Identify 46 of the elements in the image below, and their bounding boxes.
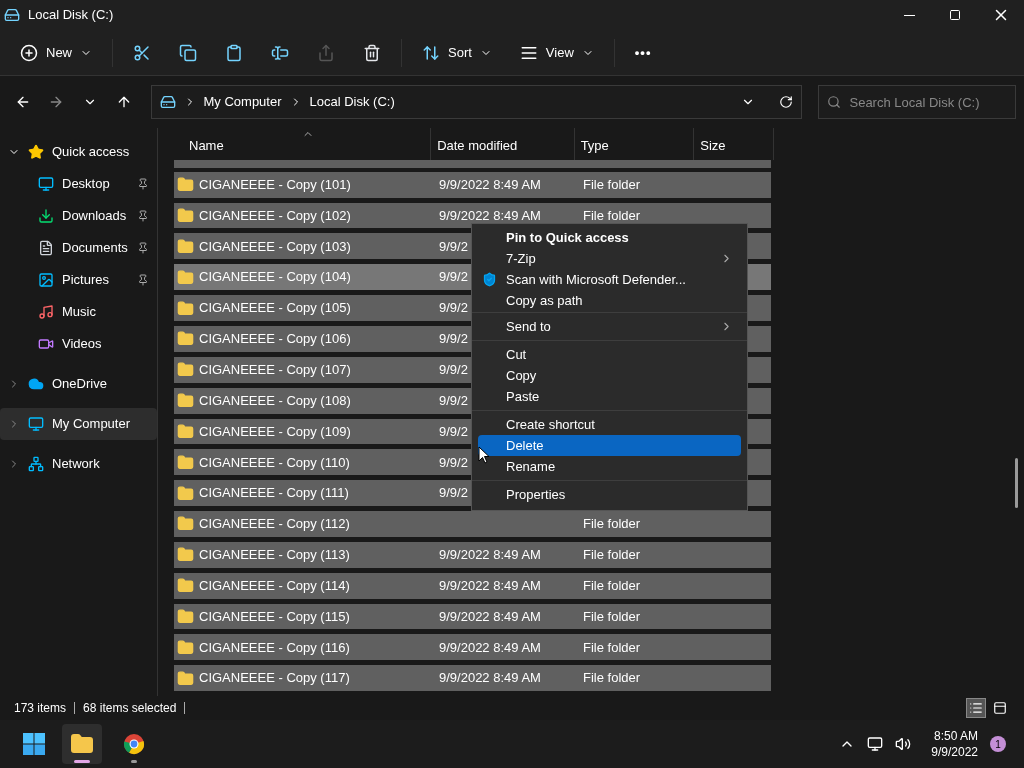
- date-cell: 9/9/2: [439, 423, 468, 439]
- file-name: CIGANEEEE - Copy (112): [199, 516, 350, 532]
- file-name: CIGANEEEE - Copy (111): [199, 485, 349, 501]
- type-cell: File folder: [583, 176, 641, 192]
- selection-count: 68 items selected: [83, 700, 177, 717]
- date-cell: 9/9/2: [439, 392, 468, 408]
- date-cell: 9/9/2022 8:49 AM: [439, 670, 541, 686]
- date-cell: 9/9/2: [439, 238, 468, 254]
- file-name: CIGANEEEE - Copy (107): [199, 362, 351, 377]
- date-cell: 9/9/2022 8:49 AM: [439, 176, 541, 192]
- type-cell: File folder: [583, 207, 641, 223]
- file-name: CIGANEEEE - Copy (109): [199, 423, 351, 439]
- date-cell: 9/9/2: [439, 269, 468, 285]
- file-name: CIGANEEEE - Copy (115): [199, 608, 350, 624]
- clock-time: 8:50 AM: [933, 728, 978, 744]
- type-cell: File folder: [583, 639, 641, 655]
- file-name: CIGANEEEE - Copy (117): [199, 670, 350, 686]
- file-name: CIGANEEEE - Copy (101): [199, 176, 351, 192]
- date-cell: 9/9/2022 8:49 AM: [439, 639, 541, 655]
- file-name: CIGANEEEE - Copy (113): [199, 547, 350, 563]
- date-cell: 9/9/2: [439, 300, 468, 316]
- file-name: CIGANEEEE - Copy (102): [199, 207, 351, 223]
- file-name: CIGANEEEE - Copy (103): [199, 238, 351, 254]
- date-cell: 9/9/2022 8:49 AM: [439, 577, 541, 593]
- type-cell: File folder: [583, 547, 641, 563]
- date-cell: 9/9/2022 8:49 AM: [439, 608, 541, 624]
- file-name: CIGANEEEE - Copy (104): [199, 269, 351, 285]
- date-cell: 9/9/2: [439, 454, 468, 470]
- date-cell: 9/9/2: [439, 485, 468, 501]
- date-cell: 9/9/2: [439, 362, 468, 377]
- type-cell: File folder: [583, 516, 641, 532]
- date-cell: 9/9/2022 8:49 AM: [439, 547, 541, 563]
- file-name: CIGANEEEE - Copy (105): [199, 300, 351, 316]
- date-cell: 9/9/2: [439, 331, 468, 347]
- window-title: Local Disk (C:): [28, 6, 114, 25]
- date-cell: 9/9/2022 8:49 AM: [439, 207, 541, 223]
- type-cell: File folder: [583, 608, 641, 624]
- file-name: CIGANEEEE - Copy (106): [199, 331, 351, 347]
- clock-date: 9/9/2022: [931, 744, 978, 760]
- file-name: CIGANEEEE - Copy (116): [199, 639, 350, 655]
- file-name: CIGANEEEE - Copy (110): [199, 454, 350, 470]
- type-cell: File folder: [583, 670, 641, 686]
- type-cell: File folder: [583, 577, 641, 593]
- item-count: 173 items: [14, 700, 67, 717]
- file-name: CIGANEEEE - Copy (114): [199, 577, 350, 593]
- file-name: CIGANEEEE - Copy (108): [199, 392, 351, 408]
